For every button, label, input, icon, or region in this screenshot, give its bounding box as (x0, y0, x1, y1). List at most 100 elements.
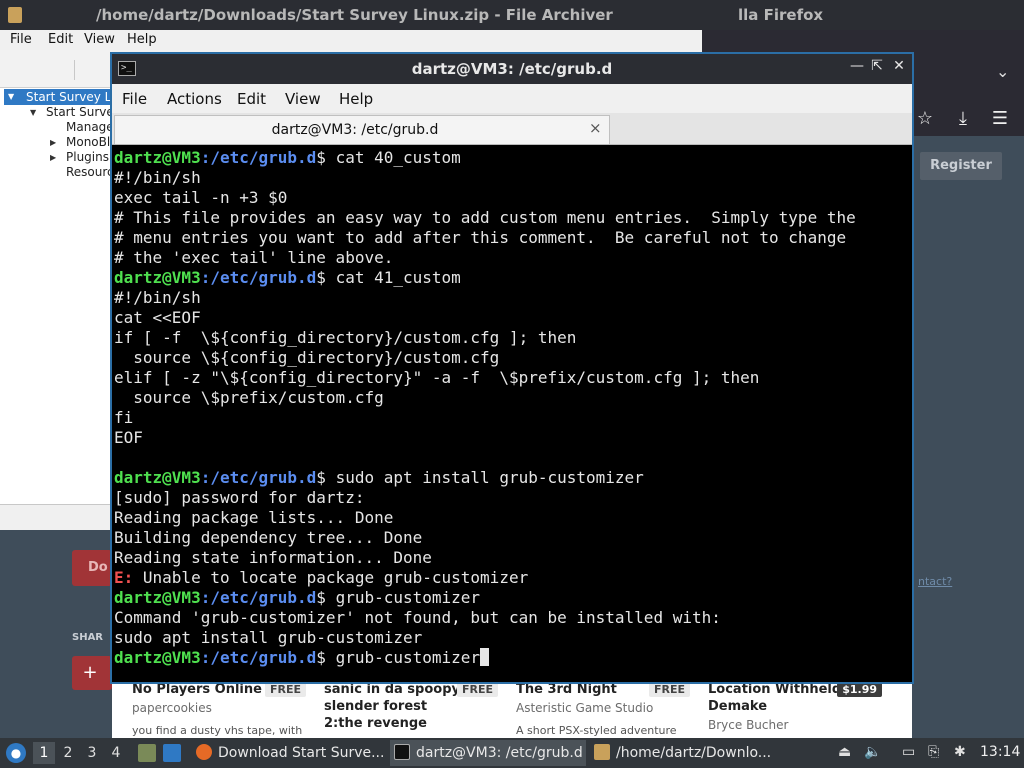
firefox-icon (196, 744, 212, 760)
prompt-path: :/etc/grub.d (200, 148, 317, 167)
task-label: dartz@VM3: /etc/grub.d (416, 745, 583, 761)
terminal-line: #!/bin/sh (114, 288, 910, 308)
register-button[interactable]: Register (920, 152, 1002, 180)
bookmark-star-icon[interactable]: ☆ (912, 108, 938, 129)
contact-link[interactable]: ntact? (918, 575, 952, 588)
menu-file[interactable]: File (10, 32, 32, 47)
terminal-line: # This file provides an easy way to add … (114, 208, 910, 228)
tree-item-folder[interactable]: Start Surve (46, 105, 112, 119)
terminal-line: dartz@VM3:/etc/grub.d$ grub-customizer (114, 588, 910, 608)
task-terminal[interactable]: dartz@VM3: /etc/grub.d (390, 740, 586, 766)
terminal-line: #!/bin/sh (114, 168, 910, 188)
line-text: sudo apt install grub-customizer (114, 628, 423, 647)
chevron-down-icon[interactable]: ⌄ (996, 62, 1009, 81)
task-firefox[interactable]: Download Start Surve... (192, 740, 388, 766)
line-text: exec tail -n +3 $0 (114, 188, 288, 207)
menu-edit[interactable]: Edit (48, 32, 73, 47)
download-button[interactable]: Do (72, 550, 112, 586)
terminal-line: source \${config_directory}/custom.cfg (114, 348, 910, 368)
display-icon[interactable]: ▭ (902, 744, 915, 760)
tree-item-resources[interactable]: Resourc (66, 165, 112, 179)
tree-item-root[interactable]: Start Survey L (26, 90, 112, 104)
text-cursor (480, 648, 490, 666)
add-button[interactable]: + (72, 656, 112, 690)
volume-icon[interactable]: 🔈 (864, 744, 881, 760)
game-author[interactable]: papercookies (132, 701, 212, 715)
toolbar-separator (74, 60, 75, 80)
task-file-archiver[interactable]: /home/dartz/Downlo... (590, 740, 786, 766)
archive-icon (8, 7, 22, 23)
terminal-line: Building dependency tree... Done (114, 528, 910, 548)
file-manager-icon[interactable] (138, 744, 156, 762)
download-icon[interactable]: ⤓ (950, 108, 976, 129)
terminal-line: Reading package lists... Done (114, 508, 910, 528)
workspace-3[interactable]: 3 (81, 742, 103, 764)
terminal-line: Command 'grub-customizer' not found, but… (114, 608, 910, 628)
menu-help[interactable]: Help (339, 90, 373, 108)
workspace-4[interactable]: 4 (105, 742, 127, 764)
task-label: /home/dartz/Downlo... (616, 745, 772, 761)
line-text: Reading state information... Done (114, 548, 432, 567)
tree-item-monobleeding[interactable]: MonoBl (66, 135, 112, 149)
menu-edit[interactable]: Edit (237, 90, 266, 108)
terminal-line: fi (114, 408, 910, 428)
game-description: A short PSX-styled adventure (516, 724, 677, 737)
start-menu-icon[interactable]: ● (6, 743, 26, 763)
terminal-tab[interactable]: dartz@VM3: /etc/grub.d × (114, 115, 610, 144)
prompt-path: :/etc/grub.d (200, 648, 317, 667)
game-author[interactable]: Bryce Bucher (708, 718, 788, 732)
terminal-line: if [ -f \${config_directory}/custom.cfg … (114, 328, 910, 348)
menu-file[interactable]: File (122, 90, 147, 108)
line-text: source \${config_directory}/custom.cfg (114, 348, 500, 367)
tab-close-icon[interactable]: × (589, 119, 602, 137)
eject-icon[interactable]: ⏏ (838, 744, 851, 760)
terminal-output[interactable]: dartz@VM3:/etc/grub.d$ cat 40_custom #!/b… (114, 148, 910, 682)
tree-item-plugins[interactable]: Plugins (66, 150, 112, 164)
expand-arrow-icon[interactable]: ▼ (8, 92, 14, 101)
line-text: $ grub-customizer (316, 588, 481, 607)
error-prefix: E: (114, 568, 134, 587)
share-label: SHAR (72, 632, 104, 643)
price-badge: FREE (648, 682, 690, 697)
bluetooth-icon[interactable]: ✱ (954, 744, 966, 760)
expand-arrow-icon[interactable]: ▼ (30, 108, 36, 117)
collapsed-arrow-icon[interactable]: ▶ (50, 153, 56, 162)
menu-help[interactable]: Help (127, 32, 157, 47)
terminal-line: # menu entries you want to add after thi… (114, 228, 910, 248)
collapsed-arrow-icon[interactable]: ▶ (50, 138, 56, 147)
clock[interactable]: 13:14 (980, 744, 1020, 760)
line-text: $ sudo apt install grub-customizer (316, 468, 644, 487)
terminal-tabbar: dartz@VM3: /etc/grub.d × (112, 113, 912, 145)
workspace-2[interactable]: 2 (57, 742, 79, 764)
terminal-line: EOF (114, 428, 910, 448)
terminal-icon (394, 744, 410, 760)
taskbar: ● 1 2 3 4 Download Start Surve... dartz@… (0, 738, 1024, 768)
menu-view[interactable]: View (84, 32, 115, 47)
desktop-icon[interactable] (163, 744, 181, 762)
menu-actions[interactable]: Actions (167, 90, 222, 108)
minimize-icon[interactable]: — (848, 58, 866, 74)
line-text: Command 'grub-customizer' not found, but… (114, 608, 721, 627)
game-title[interactable]: Location Withheld Demake (708, 681, 848, 715)
terminal-line: source \$prefix/custom.cfg (114, 388, 910, 408)
maximize-icon[interactable]: ⇱ (868, 58, 886, 74)
terminal-line: [sudo] password for dartz: (114, 488, 910, 508)
menu-view[interactable]: View (285, 90, 321, 108)
clipboard-icon[interactable]: ⎘ (928, 744, 939, 760)
terminal-line: exec tail -n +3 $0 (114, 188, 910, 208)
hamburger-menu-icon[interactable]: ☰ (987, 108, 1013, 129)
close-icon[interactable]: ✕ (890, 58, 908, 74)
line-text: $ grub-customizer (316, 648, 481, 667)
line-text: EOF (114, 428, 143, 447)
game-author[interactable]: Asteristic Game Studio (516, 701, 653, 715)
line-text: # the 'exec tail' line above. (114, 248, 394, 267)
tree-item-managed[interactable]: Manage (66, 120, 112, 134)
prompt-user: dartz@VM3 (114, 148, 201, 167)
workspace-1[interactable]: 1 (33, 742, 55, 764)
line-text: Reading package lists... Done (114, 508, 394, 527)
terminal-titlebar: >_ dartz@VM3: /etc/grub.d — ⇱ ✕ (112, 54, 912, 84)
game-title[interactable]: sanic in da spoopy slender forest 2:the … (324, 681, 464, 732)
terminal-line: elif [ -z "\${config_directory}" -a -f \… (114, 368, 910, 388)
file-archiver-titlebar: /home/dartz/Downloads/Start Survey Linux… (0, 0, 738, 30)
